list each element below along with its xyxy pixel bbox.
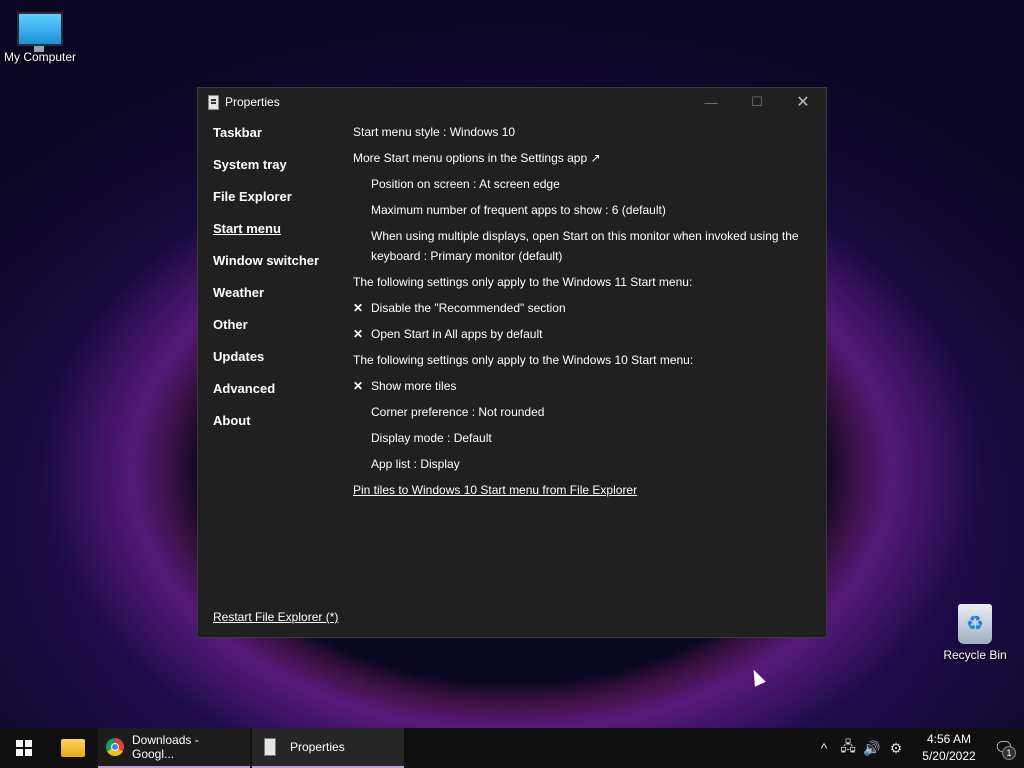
section-header-win11: The following settings only apply to the… [353,272,803,292]
taskbar-app-label: Properties [290,740,345,754]
setting-label: Start menu style : Windows 10 [353,125,516,139]
setting-app-list[interactable]: App list : Display [353,454,803,474]
setting-label: Corner preference : Not rounded [371,405,545,419]
pin-tiles-row: Pin tiles to Windows 10 Start menu from … [353,480,803,500]
recycle-bin-icon: ♻ [958,604,992,644]
chevron-up-icon[interactable]: ^ [812,740,836,756]
properties-app-icon [208,94,219,110]
setting-label: Disable the "Recommended" section [371,301,566,315]
taskbar-app-chrome[interactable]: Downloads - Googl... [98,728,250,768]
check-mark-icon: ✕ [353,327,364,341]
close-button[interactable]: ✕ [780,88,826,116]
start-menu-settings: Start menu style : Windows 10 More Start… [353,122,803,506]
desktop-icon-label: Recycle Bin [943,648,1007,662]
window-title: Properties [225,95,280,109]
sidebar-item-taskbar[interactable]: Taskbar [213,124,343,156]
setting-max-frequent-apps[interactable]: Maximum number of frequent apps to show … [353,200,803,220]
setting-label: App list : Display [371,457,460,471]
desktop-icon-label: My Computer [3,50,77,64]
clock-time: 4:56 AM [926,732,972,746]
setting-position-on-screen[interactable]: Position on screen : At screen edge [353,174,803,194]
notification-count-badge: 1 [1002,746,1016,760]
notification-center-button[interactable]: 🗨 1 [984,738,1024,760]
sidebar-item-weather[interactable]: Weather [213,284,343,316]
sidebar-item-other[interactable]: Other [213,316,343,348]
setting-display-mode[interactable]: Display mode : Default [353,428,803,448]
restart-file-explorer-link[interactable]: Restart File Explorer (*) [213,610,338,624]
settings-sidebar: Taskbar System tray File Explorer Start … [213,124,343,444]
sidebar-item-updates[interactable]: Updates [213,348,343,380]
minimize-button[interactable]: — [688,88,734,116]
section-header-label: The following settings only apply to the… [353,275,693,289]
sidebar-item-window-switcher[interactable]: Window switcher [213,252,343,284]
setting-label: Display mode : Default [371,431,492,445]
setting-label: Maximum number of frequent apps to show … [371,203,666,217]
more-start-options-link[interactable]: More Start menu options in the Settings … [353,148,803,168]
monitor-icon [17,12,63,52]
taskbar: Downloads - Googl... Properties ^ 🖧 🔊 ⚙ … [0,728,1024,768]
network-icon[interactable]: 🖧 [836,736,860,760]
check-mark-icon: ✕ [353,301,364,315]
maximize-button[interactable]: ☐ [734,88,780,116]
setting-multi-display[interactable]: When using multiple displays, open Start… [353,226,803,266]
setting-start-menu-style[interactable]: Start menu style : Windows 10 [353,122,803,142]
toggle-disable-recommended[interactable]: ✕ Disable the "Recommended" section [353,298,803,318]
properties-window: Properties — ☐ ✕ Taskbar System tray Fil… [197,87,827,638]
windows-logo-icon [16,740,32,756]
title-bar[interactable]: Properties — ☐ ✕ [198,88,826,116]
toggle-open-all-apps[interactable]: ✕ Open Start in All apps by default [353,324,803,344]
toggle-show-more-tiles[interactable]: ✕ Show more tiles [353,376,803,396]
section-header-label: The following settings only apply to the… [353,353,694,367]
setting-label: Position on screen : At screen edge [371,177,560,191]
section-header-win10: The following settings only apply to the… [353,350,803,370]
sidebar-item-advanced[interactable]: Advanced [213,380,343,412]
setting-label: Show more tiles [371,379,457,393]
properties-icon [264,738,276,756]
folder-icon [61,739,85,757]
setting-label: Open Start in All apps by default [371,327,543,341]
mouse-cursor-icon [748,667,766,687]
sidebar-item-about[interactable]: About [213,412,343,444]
desktop-icon-recycle-bin[interactable]: ♻ Recycle Bin [935,604,1015,662]
check-mark-icon: ✕ [353,379,364,393]
sidebar-item-start-menu[interactable]: Start menu [213,220,343,252]
file-explorer-taskbar-button[interactable] [48,728,98,768]
taskbar-app-properties[interactable]: Properties [252,728,404,768]
chrome-icon [106,738,124,756]
gear-icon[interactable]: ⚙ [884,740,908,757]
sidebar-item-system-tray[interactable]: System tray [213,156,343,188]
start-button[interactable] [0,728,48,768]
clock-date: 5/20/2022 [922,749,976,763]
taskbar-clock[interactable]: 4:56 AM 5/20/2022 [914,731,984,765]
desktop-icon-my-computer[interactable]: My Computer [0,12,80,64]
taskbar-app-label: Downloads - Googl... [132,733,199,761]
volume-icon[interactable]: 🔊 [860,740,884,757]
sidebar-item-file-explorer[interactable]: File Explorer [213,188,343,220]
pin-tiles-link[interactable]: Pin tiles to Windows 10 Start menu from … [353,480,803,500]
system-tray: ^ 🖧 🔊 ⚙ 4:56 AM 5/20/2022 🗨 1 [812,728,1024,768]
setting-label: When using multiple displays, open Start… [371,229,799,263]
setting-corner-preference[interactable]: Corner preference : Not rounded [353,402,803,422]
setting-label: More Start menu options in the Settings … [353,151,601,165]
